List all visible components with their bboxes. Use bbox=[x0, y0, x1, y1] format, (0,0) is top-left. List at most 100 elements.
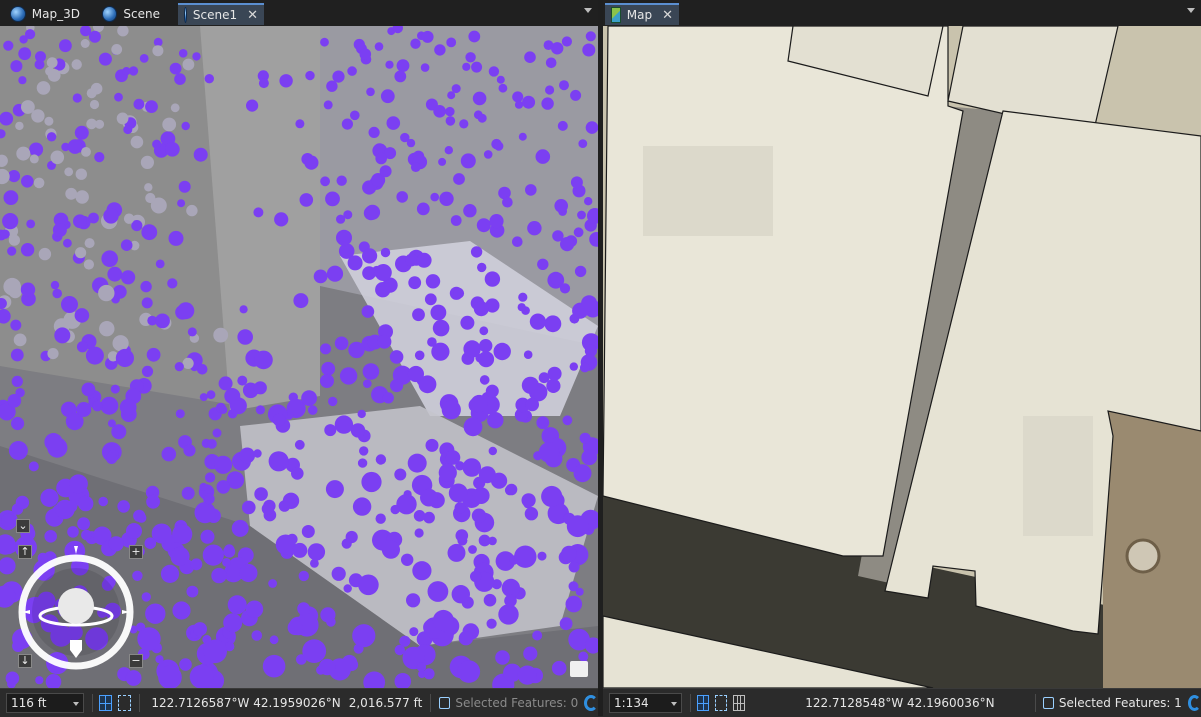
point-marker bbox=[438, 463, 457, 482]
point-marker bbox=[487, 412, 504, 429]
point-marker bbox=[465, 52, 476, 63]
point-marker bbox=[445, 450, 461, 465]
refresh-icon[interactable] bbox=[1187, 695, 1201, 711]
grid-icon[interactable] bbox=[733, 695, 746, 711]
chevron-down-icon[interactable] bbox=[584, 8, 592, 13]
tilt-down-icon[interactable]: ↓ bbox=[18, 654, 32, 668]
attribution-icon[interactable] bbox=[570, 661, 588, 677]
point-marker bbox=[193, 147, 208, 162]
point-marker bbox=[174, 73, 186, 85]
point-marker bbox=[75, 190, 89, 204]
scale-select[interactable]: 1:134 bbox=[609, 693, 683, 713]
close-icon[interactable]: ✕ bbox=[247, 8, 258, 23]
tab-map-3d[interactable]: Map_3D bbox=[4, 3, 86, 25]
grid-snapping-icon[interactable] bbox=[99, 695, 112, 711]
tab-map[interactable]: Map ✕ bbox=[605, 3, 679, 25]
tab-label: Scene bbox=[123, 7, 160, 21]
point-marker bbox=[517, 303, 526, 312]
point-marker bbox=[470, 246, 483, 258]
point-marker bbox=[8, 441, 28, 460]
point-marker bbox=[496, 75, 505, 84]
chevron-down-icon[interactable] bbox=[1187, 8, 1195, 13]
point-marker bbox=[122, 67, 131, 76]
point-marker bbox=[479, 326, 489, 336]
tab-scene1[interactable]: Scene1 ✕ bbox=[178, 3, 264, 25]
point-marker bbox=[144, 183, 153, 192]
point-marker bbox=[450, 215, 462, 226]
selection-icon[interactable] bbox=[439, 697, 451, 709]
point-marker bbox=[524, 507, 539, 521]
point-marker bbox=[347, 66, 357, 76]
scene-view[interactable]: ⌄ ↑ + ↓ − bbox=[0, 26, 598, 688]
point-marker bbox=[420, 488, 438, 507]
point-marker bbox=[254, 350, 273, 370]
point-marker bbox=[477, 262, 487, 273]
point-marker bbox=[182, 58, 195, 71]
point-marker bbox=[168, 230, 184, 246]
point-marker bbox=[543, 40, 554, 50]
point-marker bbox=[494, 141, 504, 151]
navigator-collapse-icon[interactable]: ⌄ bbox=[16, 519, 30, 533]
point-marker bbox=[352, 497, 372, 516]
point-marker bbox=[381, 540, 400, 559]
point-marker bbox=[67, 139, 83, 154]
point-marker bbox=[170, 103, 180, 113]
point-marker bbox=[11, 375, 23, 387]
point-marker bbox=[472, 487, 490, 504]
grid-snapping-icon[interactable] bbox=[697, 695, 710, 711]
point-marker bbox=[554, 199, 568, 213]
point-marker bbox=[570, 176, 583, 189]
point-marker bbox=[390, 378, 404, 393]
point-marker bbox=[172, 601, 191, 620]
scale-select[interactable]: 116 ft bbox=[6, 693, 85, 713]
point-marker bbox=[239, 305, 248, 314]
zoom-out-icon[interactable]: − bbox=[129, 654, 143, 668]
point-marker bbox=[361, 471, 382, 493]
point-marker bbox=[478, 351, 495, 368]
point-marker bbox=[386, 116, 401, 130]
separator bbox=[430, 694, 432, 712]
chevron-down-icon bbox=[73, 702, 80, 706]
point-marker bbox=[18, 76, 27, 85]
point-marker bbox=[7, 246, 17, 256]
selection-icon[interactable] bbox=[1043, 697, 1054, 709]
refresh-icon[interactable] bbox=[584, 695, 598, 711]
point-marker bbox=[35, 51, 46, 63]
point-marker bbox=[187, 327, 197, 337]
point-marker bbox=[416, 252, 432, 268]
tab-scene[interactable]: Scene bbox=[96, 3, 166, 25]
point-marker bbox=[460, 315, 475, 330]
point-marker bbox=[18, 47, 32, 61]
point-marker bbox=[375, 454, 387, 465]
map-view[interactable] bbox=[603, 26, 1201, 688]
point-marker bbox=[178, 49, 188, 58]
point-marker bbox=[242, 500, 256, 515]
point-marker bbox=[161, 446, 177, 462]
point-marker bbox=[380, 89, 395, 104]
point-marker bbox=[390, 504, 400, 515]
scale-value: 116 ft bbox=[11, 696, 47, 710]
point-marker bbox=[179, 658, 192, 671]
snapping-icon[interactable] bbox=[117, 695, 131, 711]
point-marker bbox=[341, 118, 353, 130]
point-marker bbox=[462, 458, 482, 477]
coordinate-readout: 122.7128548°W 42.1960036°N bbox=[805, 696, 995, 710]
point-marker bbox=[460, 153, 476, 169]
point-marker bbox=[63, 238, 72, 248]
point-marker bbox=[204, 493, 215, 505]
point-marker bbox=[363, 379, 372, 389]
point-marker bbox=[145, 603, 166, 624]
point-marker bbox=[430, 304, 447, 321]
zoom-in-icon[interactable]: + bbox=[129, 545, 143, 559]
yard-feature bbox=[1125, 538, 1161, 574]
map-canvas[interactable] bbox=[603, 26, 1201, 688]
snapping-icon[interactable] bbox=[715, 695, 728, 711]
point-marker bbox=[374, 264, 392, 281]
point-marker bbox=[472, 91, 487, 106]
close-icon[interactable]: ✕ bbox=[662, 8, 673, 23]
point-marker bbox=[205, 472, 216, 483]
tilt-up-icon[interactable]: ↑ bbox=[18, 545, 32, 559]
point-marker bbox=[488, 66, 500, 77]
point-marker bbox=[287, 620, 303, 636]
point-marker bbox=[445, 106, 455, 117]
